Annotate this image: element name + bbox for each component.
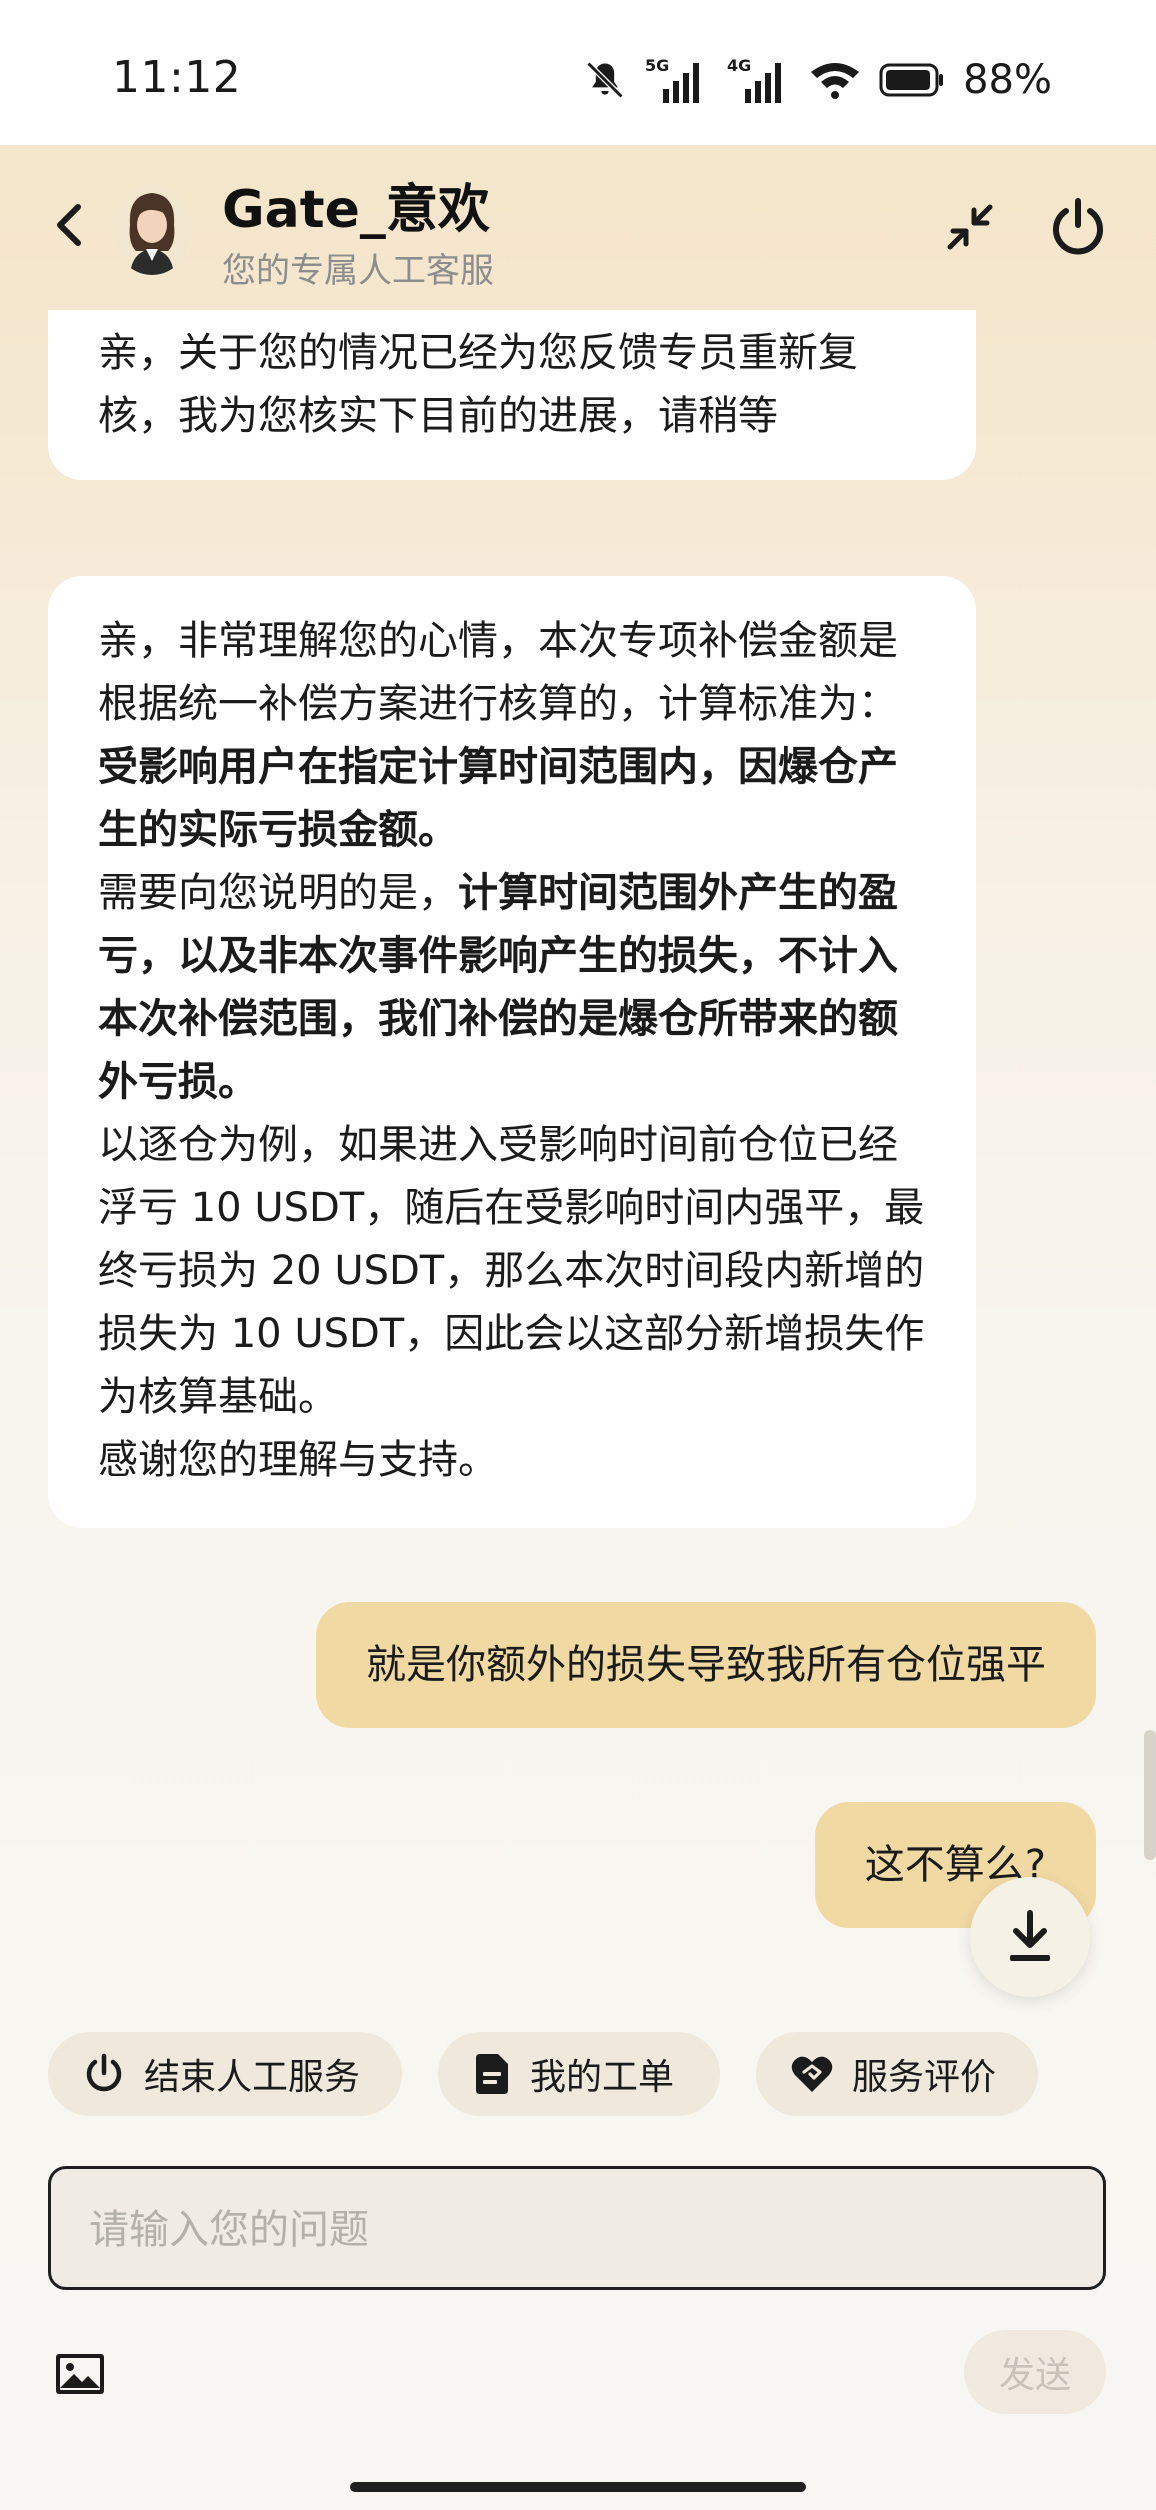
bell-muted-icon: [586, 61, 624, 99]
message-text-bold: 受影响用户在指定计算时间范围内，因爆仓产生的实际亏损金额。: [98, 744, 898, 853]
send-button[interactable]: 发送: [964, 2330, 1106, 2414]
message-line: 亲，关于您的情况已经为您反馈专员重新复: [98, 330, 858, 376]
signal-5g-label: 5G: [645, 56, 669, 75]
end-service-label: 结束人工服务: [144, 2057, 361, 2098]
status-icons: 5G 4G 88%: [583, 52, 1052, 108]
agent-name: Gate_意欢: [222, 180, 490, 240]
battery-icon: [879, 63, 944, 97]
agent-message: 亲，关于您的情况已经为您反馈专员重新复 核，我为您核实下目前的进展，请稍等: [48, 310, 976, 480]
status-bar: 11:12 5G 4G 88%: [0, 0, 1156, 145]
chat-scrollbar[interactable]: [1144, 1730, 1156, 1860]
power-icon: [86, 2053, 122, 2092]
message-line: 核，我为您核实下目前的进展，请稍等: [98, 393, 778, 439]
status-time: 11:12: [112, 52, 242, 103]
scroll-to-bottom-button[interactable]: [970, 1877, 1090, 1997]
agent-subtitle: 您的专属人工客服: [222, 251, 494, 291]
message-paragraph: 感谢您的理解与支持。: [98, 1437, 498, 1483]
chat-header: Gate_意欢 您的专属人工客服: [0, 145, 1156, 310]
my-tickets-label: 我的工单: [530, 2057, 675, 2098]
user-message: 就是你额外的损失导致我所有仓位强平: [316, 1602, 1096, 1728]
agent-avatar: [116, 185, 188, 275]
message-input-box[interactable]: [48, 2166, 1106, 2290]
signal-4g-label: 4G: [727, 56, 751, 75]
document-icon: [476, 2054, 508, 2094]
message-paragraph: 需要向您说明的是，计算时间范围外产生的盈亏，以及非本次事件影响产生的损失，不计入…: [98, 862, 926, 1114]
minimize-icon[interactable]: [940, 197, 1000, 257]
service-rating-label: 服务评价: [852, 2057, 997, 2098]
agent-message: 亲，非常理解您的心情，本次专项补偿金额是根据统一补偿方案进行核算的，计算标准为：…: [48, 576, 976, 1528]
home-indicator[interactable]: [350, 2482, 806, 2492]
battery-level: 88%: [963, 57, 1052, 103]
message-input[interactable]: [87, 2189, 1071, 2271]
quick-actions: 结束人工服务 我的工单 服务评价: [48, 2032, 1038, 2116]
back-icon[interactable]: [40, 195, 100, 255]
heart-handshake-icon: [791, 2056, 833, 2092]
download-icon: [1010, 1910, 1050, 1961]
signal-5g-icon: 5G: [645, 56, 700, 103]
end-service-button[interactable]: 结束人工服务: [48, 2032, 402, 2116]
message-text: 需要向您说明的是，: [98, 870, 458, 916]
my-tickets-button[interactable]: 我的工单: [438, 2032, 720, 2116]
chat-messages[interactable]: 亲，关于您的情况已经为您反馈专员重新复 核，我为您核实下目前的进展，请稍等 亲，…: [0, 310, 1156, 2000]
message-paragraph: 亲，非常理解您的心情，本次专项补偿金额是根据统一补偿方案进行核算的，计算标准为：…: [98, 610, 926, 862]
service-rating-button[interactable]: 服务评价: [756, 2032, 1038, 2116]
image-upload-icon[interactable]: [54, 2352, 106, 2396]
message-paragraph: 以逐仓为例，如果进入受影响时间前仓位已经浮亏 10 USDT，随后在受影响时间内…: [98, 1122, 925, 1420]
signal-4g-icon: 4G: [727, 56, 782, 103]
message-text: 亲，非常理解您的心情，本次专项补偿金额是根据统一补偿方案进行核算的，计算标准为：: [98, 618, 898, 727]
wifi-icon: [811, 63, 860, 99]
power-icon[interactable]: [1046, 195, 1110, 259]
